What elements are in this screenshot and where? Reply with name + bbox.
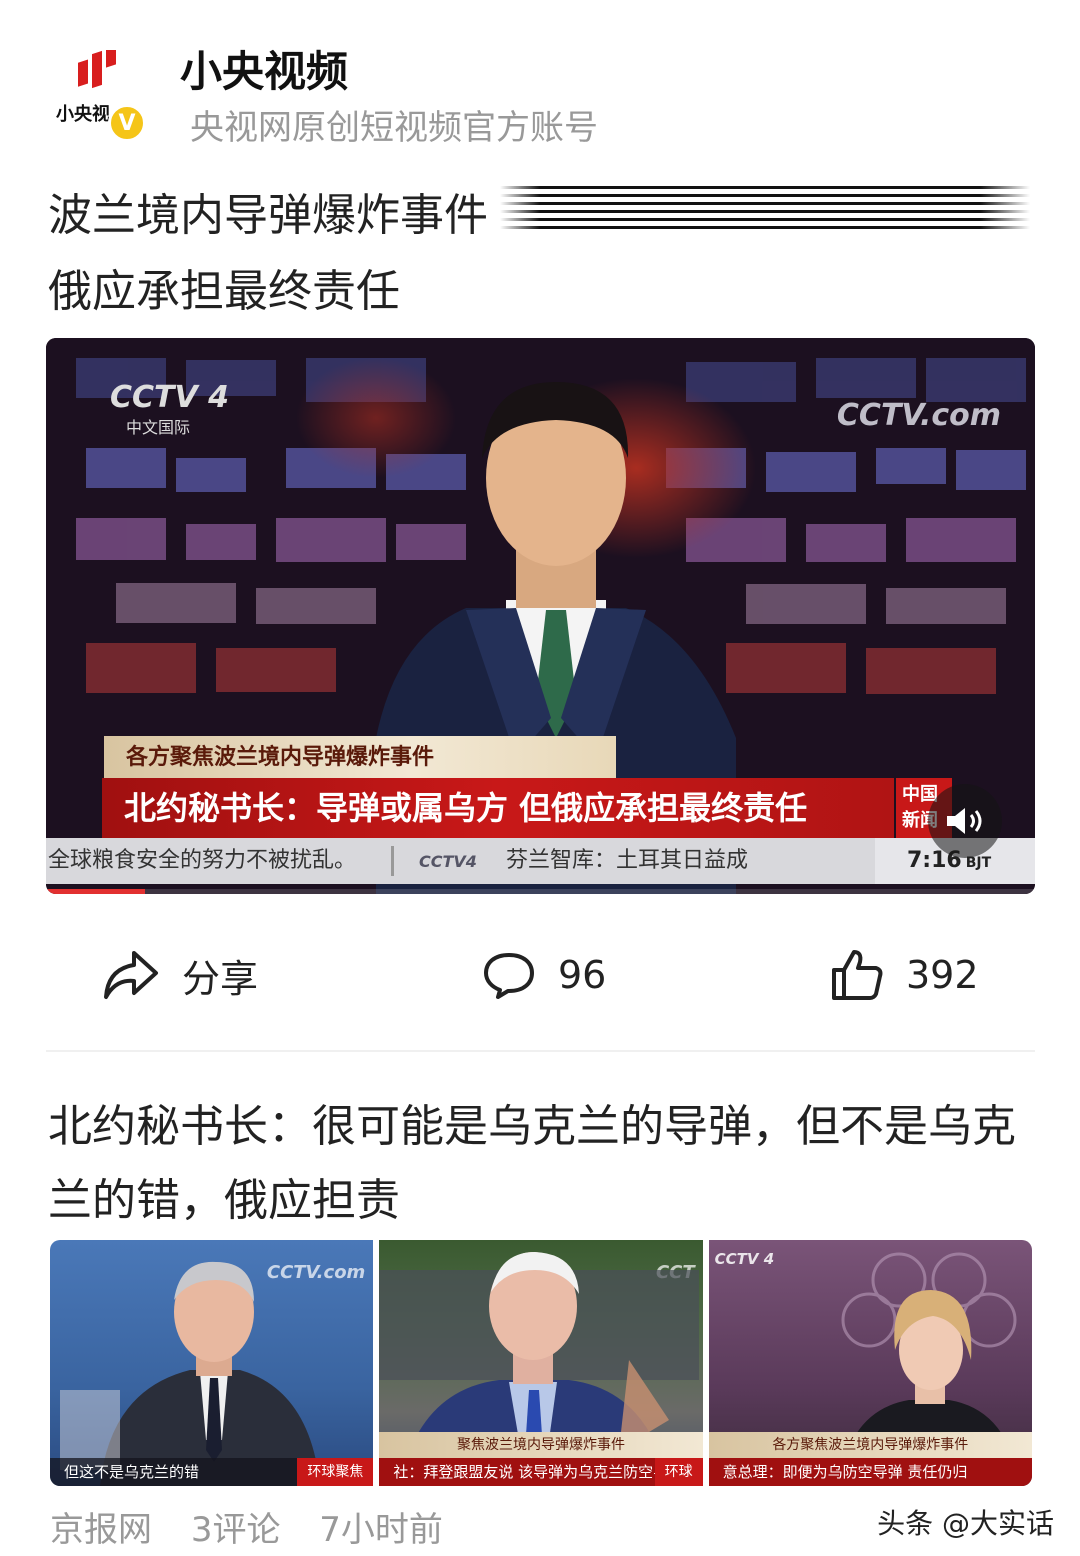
platform-watermark: 头条 @大实话 <box>877 1507 1054 1540</box>
thumbnail-caption: 意总理：即便为乌防空导弹 责任仍归 <box>708 1458 1032 1486</box>
related-thumbnails[interactable]: CCTV.com 但这不是乌克兰的错 环球聚焦 CCT 聚焦波兰境内导弹爆炸事件… <box>50 1240 1032 1486</box>
related-meta: 京报网 3评论 7小时前 <box>50 1502 471 1551</box>
ticker-left-text: 全球粮食安全的努力不被扰乱。 <box>48 848 357 873</box>
thumbnail-biden[interactable]: CCT 聚焦波兰境内导弹爆炸事件 社：拜登跟盟友说 该导弹为乌克兰防空导弹 环球 <box>379 1240 703 1486</box>
thumbnail-topic-band: 各方聚焦波兰境内导弹爆炸事件 <box>708 1432 1032 1458</box>
thumbnail-tag: 环球聚焦 <box>297 1458 374 1486</box>
verified-icon: V <box>108 104 146 142</box>
lower-third-topic: 各方聚焦波兰境内导弹爆炸事件 <box>104 736 616 780</box>
thumbnail-meloni[interactable]: CCTV 4 各方聚焦波兰境内导弹爆炸事件 意总理：即便为乌防空导弹 责任仍归 <box>708 1240 1032 1486</box>
avatar[interactable]: 小央视 V <box>52 42 150 142</box>
account-name[interactable]: 小央视频 <box>180 38 348 99</box>
section-divider <box>46 1050 1035 1052</box>
action-bar: 分享 96 392 <box>0 930 1080 1020</box>
thumbnail-tag: 环球 <box>654 1458 703 1486</box>
related-article-title[interactable]: 北约秘书长：很可能是乌克兰的导弹，但不是乌克兰的错，俄应担责 <box>48 1090 1038 1238</box>
ticker-right-text: 芬兰智库：土耳其日益成 <box>505 848 748 873</box>
share-label: 分享 <box>182 956 259 1001</box>
redaction-overlay <box>500 186 1030 230</box>
volume-button[interactable] <box>928 784 1002 858</box>
like-count: 392 <box>906 953 979 997</box>
speaker-figure <box>60 1261 320 1486</box>
ticker-logo: CCTV4 <box>419 852 477 871</box>
share-icon <box>104 951 158 999</box>
video-progress-fill <box>46 889 145 894</box>
cctv-logo-icon <box>78 50 116 89</box>
comment-button[interactable]: 96 <box>482 944 606 1006</box>
comment-icon <box>484 953 534 999</box>
publish-time: 7小时前 <box>319 1510 443 1550</box>
video-progress-bar[interactable] <box>46 889 1035 894</box>
channel-subtitle: 中文国际 <box>126 418 191 437</box>
post-title-line2: 俄应承担最终责任 <box>48 266 400 317</box>
lower-third-headline: 北约秘书长：导弹或属乌方 但俄应承担最终责任 <box>102 778 894 838</box>
thumbnail-stoltenberg[interactable]: CCTV.com 但这不是乌克兰的错 环球聚焦 <box>50 1240 374 1486</box>
avatar-label: 小央视 <box>56 104 110 125</box>
video-player[interactable]: CCTV 4 中文国际 CCTV.com 各方聚焦波兰境内导弹爆炸事件 北约秘书… <box>46 338 1035 894</box>
account-description: 央视网原创短视频官方账号 <box>190 108 598 148</box>
thumbs-up-icon <box>832 950 883 1000</box>
speaker-icon <box>947 808 982 834</box>
comment-count: 96 <box>558 953 607 997</box>
video-watermark: CCTV.com <box>836 398 1001 433</box>
ticker-divider <box>391 846 395 876</box>
account-header: 小央视 V 小央视频 央视网原创短视频官方账号 <box>0 0 1080 150</box>
channel-logo: CCTV 4 <box>110 380 230 415</box>
share-button[interactable]: 分享 <box>102 944 258 1006</box>
thumbnail-topic-band: 聚焦波兰境内导弹爆炸事件 <box>379 1432 703 1458</box>
source-name[interactable]: 京报网 <box>50 1510 152 1550</box>
comment-summary[interactable]: 3评论 <box>191 1510 281 1550</box>
like-button[interactable]: 392 <box>830 944 979 1006</box>
